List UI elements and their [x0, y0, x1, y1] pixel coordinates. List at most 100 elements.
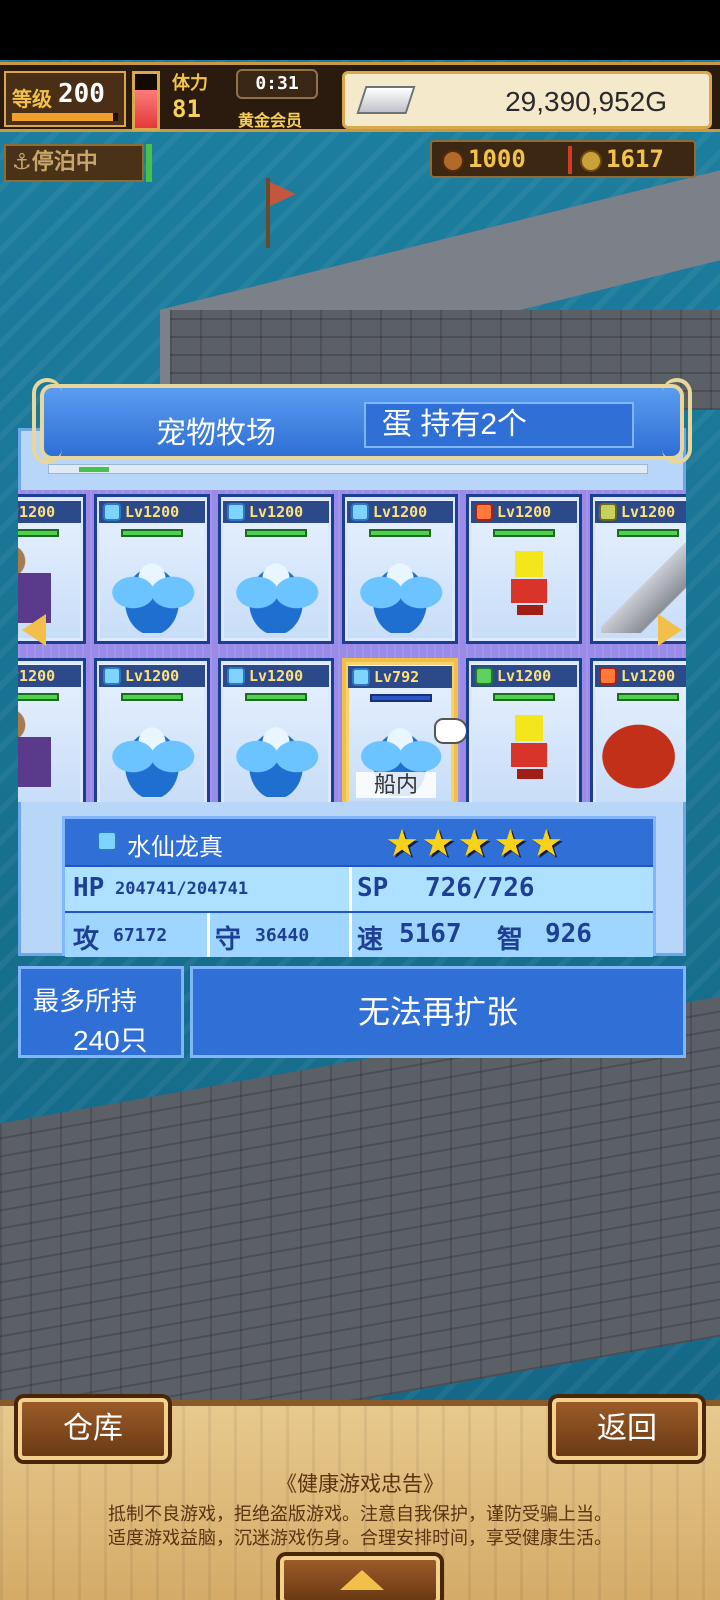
def-value: 36440	[255, 925, 310, 946]
pet-level: Lv1200	[223, 665, 329, 687]
stat-divider	[349, 913, 352, 957]
membership-badge[interactable]: 黄金会员	[238, 107, 302, 131]
wood-element-icon	[475, 667, 493, 685]
pet-card[interactable]: Lv1200	[94, 494, 210, 644]
stamina-timer: 0:31	[236, 69, 318, 99]
stat-row-hp-sp: HP 204741/204741 SP 726/726	[65, 867, 653, 911]
pet-hp-bar	[369, 529, 431, 537]
spd-label: 速	[357, 925, 384, 955]
pet-level: Lv1200	[99, 501, 205, 523]
pet-name-row: 水仙龙真 ★★★★★	[65, 819, 653, 865]
resource-box: 1000 1617	[430, 140, 696, 178]
atk-label: 攻	[73, 925, 100, 955]
pet-sprite-icon	[477, 543, 571, 633]
pet-level: Lv1200	[595, 665, 686, 687]
int-value: 926	[545, 919, 592, 949]
pet-level: Lv1200	[18, 501, 81, 523]
up-arrow-icon	[340, 1570, 384, 1590]
pet-level: Lv1200	[471, 501, 577, 523]
pet-name: 水仙龙真	[127, 834, 223, 861]
hp-value: 204741/204741	[115, 879, 249, 899]
ornament-right-icon	[662, 378, 692, 464]
water-element-icon	[103, 503, 121, 521]
pet-sprite-icon	[229, 707, 323, 797]
money-value: 29,390,952G	[505, 86, 667, 117]
pet-hp-bar	[121, 693, 183, 701]
expand-menu-button[interactable]	[280, 1556, 440, 1600]
stamina-fill	[135, 90, 157, 128]
medal-icon	[580, 150, 602, 172]
top-hud: 等级 200 体力 81 0:31 黄金会员 29,390,952G	[0, 62, 720, 132]
pet-card[interactable]: Lv1200	[218, 658, 334, 802]
pet-sprite-icon	[601, 707, 686, 797]
water-element-icon	[227, 503, 245, 521]
pet-hp-bar	[18, 529, 59, 537]
resource1-value: 1000	[468, 145, 526, 173]
pet-hp-bar	[493, 693, 555, 701]
pet-card[interactable]: Lv1200	[466, 658, 582, 802]
health-advice-line2: 适度游戏益脑，沉迷游戏伤身。合理安排时间，享受健康生活。	[108, 1528, 612, 1548]
pet-card[interactable]: Lv1200	[590, 658, 686, 802]
stat-divider	[207, 913, 210, 957]
money-box[interactable]: 29,390,952G	[342, 71, 712, 129]
warehouse-button[interactable]: 仓库	[18, 1398, 168, 1460]
scrollbar[interactable]	[48, 464, 648, 474]
hp-label: HP	[73, 873, 105, 903]
mooring-status: ⚓停泊中	[4, 144, 144, 182]
egg-count-button[interactable]: 蛋 持有2个	[364, 402, 634, 448]
fish-icon	[442, 150, 464, 172]
resource2-value: 1617	[606, 145, 664, 173]
fire-element-icon	[475, 503, 493, 521]
pet-hp-bar	[617, 693, 679, 701]
stat-divider	[349, 867, 352, 911]
pet-card[interactable]: Lv1200	[18, 658, 86, 802]
level-progress-bar	[12, 113, 118, 121]
scroll-left-arrow-icon[interactable]	[22, 614, 46, 646]
stamina-gauge	[132, 71, 160, 131]
pet-level: Lv1200	[471, 665, 577, 687]
onboard-badge: 船内	[356, 772, 436, 798]
silver-ingot-icon	[356, 86, 416, 114]
level-label: 等级	[12, 87, 52, 111]
pet-hp-bar	[617, 529, 679, 537]
pet-level: Lv1200	[347, 501, 453, 523]
water-element-icon	[97, 831, 117, 851]
pet-hp-bar	[370, 694, 432, 702]
int-label: 智	[497, 925, 524, 955]
scrollbar-thumb[interactable]	[79, 467, 109, 472]
back-button[interactable]: 返回	[552, 1398, 702, 1460]
pet-grid[interactable]: Lv1200 Lv1200 Lv1200 Lv1200 Lv1200 Lv1200 Lv12…	[18, 490, 686, 802]
pet-detail: 水仙龙真 ★★★★★ HP 204741/204741 SP 726/726 攻…	[62, 816, 656, 957]
ornament-left-icon	[32, 378, 62, 464]
pet-card[interactable]: Lv1200	[342, 494, 458, 644]
scroll-right-arrow-icon[interactable]	[658, 614, 682, 646]
pet-card[interactable]: Lv1200	[94, 658, 210, 802]
capacity-box: 最多所持 240只	[18, 966, 184, 1058]
pet-card[interactable]: Lv1200	[466, 494, 582, 644]
capacity-label: 最多所持	[33, 986, 138, 1016]
flag-icon	[270, 182, 296, 206]
rarity-stars: ★★★★★	[385, 821, 566, 865]
pet-hp-bar	[493, 529, 555, 537]
pet-sprite-icon	[353, 543, 447, 633]
pet-card[interactable]: Lv1200	[218, 494, 334, 644]
stamina-label: 体力	[172, 73, 208, 94]
capacity-value: 240只	[73, 1025, 148, 1056]
pet-sprite-icon	[105, 543, 199, 633]
level-box: 等级 200	[4, 71, 126, 127]
pet-level: Lv1200	[18, 665, 81, 687]
pet-hp-bar	[121, 529, 183, 537]
fire-element-icon	[599, 667, 617, 685]
pet-sprite-icon	[105, 707, 199, 797]
resource-separator	[568, 146, 572, 174]
mooring-status-label: 停泊中	[31, 150, 98, 175]
pet-sprite-icon	[477, 707, 571, 797]
anchor-icon: ⚓	[12, 150, 32, 175]
pet-level: Lv1200	[223, 501, 329, 523]
pet-hp-bar	[18, 693, 59, 701]
water-element-icon	[352, 668, 370, 686]
water-element-icon	[351, 503, 369, 521]
expand-button[interactable]: 无法再扩张	[190, 966, 686, 1058]
panel-title-bar: 宠物牧场 蛋 持有2个	[40, 384, 684, 460]
pet-level: Lv1200	[595, 501, 686, 523]
